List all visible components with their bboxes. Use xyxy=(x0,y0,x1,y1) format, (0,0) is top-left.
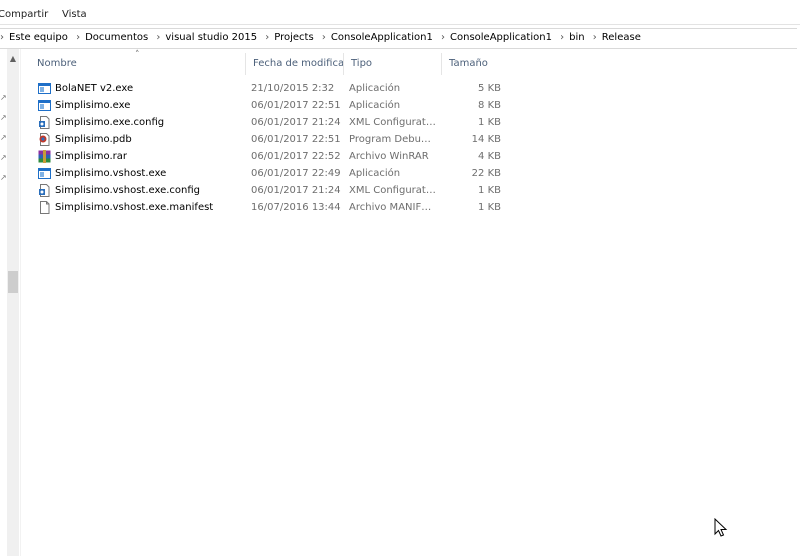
file-size: 14 KB xyxy=(471,134,501,145)
file-type: Aplicación xyxy=(349,100,401,111)
chevron-right-icon[interactable]: › xyxy=(76,32,80,43)
chevron-right-icon[interactable]: › xyxy=(265,32,269,43)
file-date: 06/01/2017 21:24 xyxy=(251,117,341,128)
chevron-right-icon[interactable]: › xyxy=(560,32,564,43)
chevron-right-icon[interactable]: › xyxy=(593,32,597,43)
pin-icon: ↗ xyxy=(0,153,7,162)
exe-icon xyxy=(38,83,51,94)
pin-icon: ↗ xyxy=(0,133,7,142)
file-name: Simplisimo.pdb xyxy=(55,134,132,145)
chevron-right-icon[interactable]: › xyxy=(322,32,326,43)
column-header-date[interactable]: Fecha de modifica... xyxy=(245,53,343,75)
chevron-right-icon[interactable]: › xyxy=(156,32,160,43)
ribbon-divider xyxy=(0,24,800,25)
file-date: 06/01/2017 21:24 xyxy=(251,185,341,196)
file-name: Simplisimo.exe xyxy=(55,100,131,111)
file-date: 21/10/2015 2:32 xyxy=(251,83,335,94)
file-date: 06/01/2017 22:52 xyxy=(251,151,341,162)
file-row[interactable]: Simplisimo.vshost.exe 06/01/2017 22:49 A… xyxy=(30,165,508,182)
breadcrumb-consoleapp-2[interactable]: ConsoleApplication1 xyxy=(450,32,552,43)
nav-scrollbar-thumb[interactable] xyxy=(8,271,18,293)
file-size: 5 KB xyxy=(478,83,501,94)
file-type: Archivo MANIFEST xyxy=(349,202,437,213)
pin-icon: ↗ xyxy=(0,173,7,182)
breadcrumb-consoleapp-1[interactable]: ConsoleApplication1 xyxy=(331,32,433,43)
breadcrumb-projects[interactable]: Projects xyxy=(274,32,313,43)
config-icon xyxy=(39,116,50,129)
chevron-right-icon[interactable]: › xyxy=(441,32,445,43)
breadcrumb-documentos[interactable]: Documentos xyxy=(85,32,148,43)
file-row[interactable]: Simplisimo.pdb 06/01/2017 22:51 Program … xyxy=(30,131,508,148)
file-size: 8 KB xyxy=(478,100,501,111)
breadcrumb-este-equipo[interactable]: Este equipo xyxy=(9,32,68,43)
exe-icon xyxy=(38,100,51,111)
file-size: 4 KB xyxy=(478,151,501,162)
chevron-right-icon[interactable]: › xyxy=(0,32,4,43)
mouse-cursor-icon xyxy=(714,518,728,537)
file-name: BolaNET v2.exe xyxy=(55,83,134,94)
file-row[interactable]: Simplisimo.exe 06/01/2017 22:51 Aplicaci… xyxy=(30,97,508,114)
address-bar[interactable]: › Este equipo › Documentos › visual studio … xyxy=(0,28,797,49)
file-row[interactable]: Simplisimo.exe.config 06/01/2017 21:24 X… xyxy=(30,114,508,131)
pdb-icon xyxy=(39,133,50,146)
file-size: 1 KB xyxy=(478,202,501,213)
file-size: 1 KB xyxy=(478,117,501,128)
file-type: XML Configuratio... xyxy=(349,117,437,128)
nav-scrollbar[interactable] xyxy=(7,49,19,556)
pin-icon: ↗ xyxy=(0,93,7,102)
scroll-up-icon[interactable]: ▲ xyxy=(7,53,19,65)
file-name: Simplisimo.exe.config xyxy=(55,117,165,128)
tab-compartir[interactable]: Compartir xyxy=(0,9,48,20)
breadcrumb: › Este equipo › Documentos › visual studio … xyxy=(0,32,641,43)
tab-vista[interactable]: Vista xyxy=(62,9,87,20)
column-headers: ˄ Nombre Fecha de modifica... Tipo Tamañ… xyxy=(30,50,508,75)
ribbon: Compartir Vista xyxy=(0,0,800,28)
navigation-pane: ▲ ↗ ↗ ↗ ↗ ↗ xyxy=(0,49,22,556)
file-row[interactable]: Simplisimo.vshost.exe.config 06/01/2017 … xyxy=(30,182,508,199)
breadcrumb-release[interactable]: Release xyxy=(602,32,641,43)
file-row[interactable]: BolaNET v2.exe 21/10/2015 2:32 Aplicació… xyxy=(30,80,508,97)
pane-divider xyxy=(20,49,21,556)
file-date: 06/01/2017 22:49 xyxy=(251,168,341,179)
file-name: Simplisimo.vshost.exe.manifest xyxy=(55,202,214,213)
config-icon xyxy=(39,184,50,197)
file-name: Simplisimo.vshost.exe xyxy=(55,168,167,179)
file-date: 06/01/2017 22:51 xyxy=(251,100,341,111)
file-name: Simplisimo.rar xyxy=(55,151,127,162)
file-name: Simplisimo.vshost.exe.config xyxy=(55,185,201,196)
file-size: 22 KB xyxy=(471,168,501,179)
breadcrumb-visual-studio[interactable]: visual studio 2015 xyxy=(165,32,257,43)
file-date: 16/07/2016 13:44 xyxy=(251,202,341,213)
breadcrumb-bin[interactable]: bin xyxy=(569,32,584,43)
file-size: 1 KB xyxy=(478,185,501,196)
file-type: Aplicación xyxy=(349,168,401,179)
column-header-type[interactable]: Tipo xyxy=(343,53,441,75)
column-header-name[interactable]: Nombre xyxy=(30,53,245,75)
file-row[interactable]: Simplisimo.vshost.exe.manifest 16/07/201… xyxy=(30,199,508,216)
file-type: Archivo WinRAR xyxy=(349,151,429,162)
manifest-icon xyxy=(40,201,50,214)
file-type: XML Configuratio... xyxy=(349,185,437,196)
pin-icon: ↗ xyxy=(0,113,7,122)
file-date: 06/01/2017 22:51 xyxy=(251,134,341,145)
exe-icon xyxy=(38,168,51,179)
rar-icon xyxy=(38,150,51,163)
file-row[interactable]: Simplisimo.rar 06/01/2017 22:52 Archivo … xyxy=(30,148,508,165)
file-type: Aplicación xyxy=(349,83,401,94)
file-type: Program Debug D... xyxy=(349,134,437,145)
column-header-size[interactable]: Tamaño xyxy=(441,53,508,75)
